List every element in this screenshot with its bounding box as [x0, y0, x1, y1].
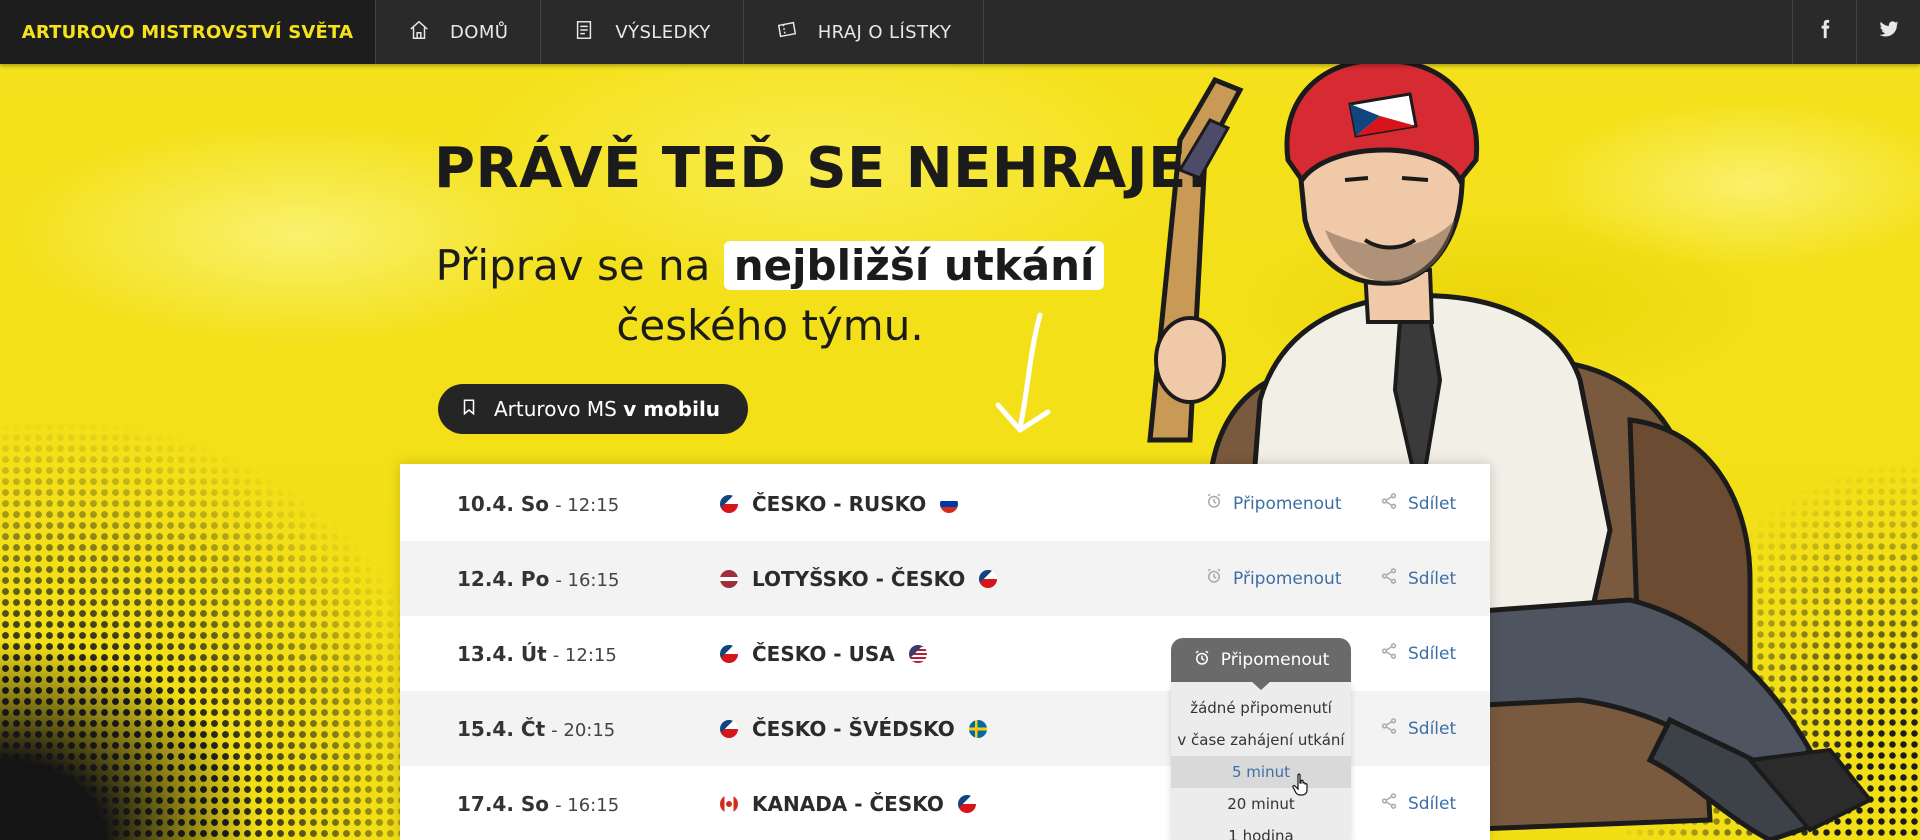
subtitle-highlight: nejbližší utkání — [723, 241, 1105, 290]
share-icon — [1380, 567, 1398, 590]
mobile-app-button[interactable]: Arturovo MS v mobilu — [438, 384, 749, 434]
home-icon — [408, 19, 430, 46]
match-teams-label: ČESKO - USA — [752, 641, 895, 666]
share-button[interactable]: Sdílet — [1380, 717, 1456, 740]
top-nav: ARTUROVO MISTROVSTVÍ SVĚTA DOMŮ VÝSLEDKY… — [0, 0, 1920, 64]
match-teams-label: ČESKO - RUSKO — [752, 491, 927, 516]
share-button[interactable]: Sdílet — [1380, 642, 1456, 665]
share-button[interactable]: Sdílet — [1380, 492, 1456, 515]
match-date: 10.4. So - 12:15 — [457, 492, 619, 516]
share-button[interactable]: Sdílet — [1380, 567, 1456, 590]
facebook-icon — [1815, 19, 1835, 45]
nav-item-tickets[interactable]: HRAJ O LÍSTKY — [744, 0, 985, 64]
match-teams: ČESKO - USA — [720, 642, 927, 666]
match-time: - 16:15 — [555, 569, 620, 591]
nav-item-label: HRAJ O LÍSTKY — [817, 21, 952, 43]
flag-us-icon — [908, 644, 927, 663]
flag-cz-icon — [957, 794, 976, 813]
share-icon — [1380, 492, 1398, 515]
match-date-day: 17.4. So — [457, 791, 550, 816]
nav-item-label: DOMŮ — [450, 21, 509, 43]
mobile-button-text: Arturovo MS — [494, 397, 624, 421]
remind-button[interactable]: Připomenout — [1205, 567, 1342, 590]
remind-label: Připomenout — [1233, 493, 1342, 514]
alarm-clock-icon — [1205, 492, 1223, 515]
match-date-day: 10.4. So — [457, 491, 550, 516]
match-date-day: 12.4. Po — [457, 566, 550, 591]
match-time: - 12:15 — [552, 644, 617, 666]
share-icon — [1380, 717, 1398, 740]
reminder-dropdown-label: Připomenout — [1220, 650, 1330, 670]
flag-ca-icon — [720, 794, 738, 813]
twitter-link[interactable] — [1856, 0, 1920, 64]
share-label: Sdílet — [1408, 793, 1457, 814]
match-date: 12.4. Po - 16:15 — [457, 567, 619, 591]
alarm-clock-icon — [1193, 649, 1211, 672]
match-time: - 20:15 — [551, 719, 616, 741]
results-list-icon — [573, 19, 595, 46]
match-date-day: 13.4. Út — [457, 641, 547, 666]
match-row: 10.4. So - 12:15 ČESKO - RUSKO Připomenou… — [400, 466, 1490, 541]
match-date: 13.4. Út - 12:15 — [457, 642, 617, 666]
match-row: 12.4. Po - 16:15 LOTYŠSKO - ČESKO Připome… — [400, 541, 1490, 616]
match-teams-label: ČESKO - ŠVÉDSKO — [752, 716, 955, 741]
page-title: PRÁVĚ TEĎ SE NEHRAJE. — [434, 136, 1209, 201]
share-label: Sdílet — [1408, 568, 1457, 589]
match-teams: LOTYŠSKO - ČESKO — [720, 566, 998, 591]
remind-button[interactable]: Připomenout — [1205, 492, 1342, 515]
match-teams: ČESKO - RUSKO — [720, 491, 959, 516]
flag-cz-icon — [979, 569, 998, 588]
reminder-dropdown-header[interactable]: Připomenout — [1171, 638, 1351, 682]
subtitle-text: českého týmu. — [616, 301, 924, 350]
match-teams: KANADA - ČESKO — [720, 792, 976, 816]
share-button[interactable]: Sdílet — [1380, 792, 1456, 815]
nav-item-home[interactable]: DOMŮ — [376, 0, 542, 64]
match-date: 15.4. Čt - 20:15 — [457, 717, 615, 741]
twitter-icon — [1878, 19, 1899, 45]
hand-cursor-icon — [1292, 773, 1308, 796]
flag-se-icon — [968, 719, 987, 738]
bookmark-icon — [460, 397, 478, 421]
reminder-option-selected[interactable]: 5 minut — [1171, 756, 1351, 788]
match-teams-label: KANADA - ČESKO — [752, 791, 944, 816]
match-date-day: 15.4. Čt — [457, 716, 546, 741]
brand-logo[interactable]: ARTUROVO MISTROVSTVÍ SVĚTA — [0, 0, 376, 64]
share-label: Sdílet — [1408, 493, 1457, 514]
match-date: 17.4. So - 16:15 — [457, 792, 619, 816]
halftone-shadow — [0, 620, 260, 840]
match-time: - 12:15 — [555, 494, 620, 516]
facebook-link[interactable] — [1792, 0, 1856, 64]
match-teams-label: LOTYŠSKO - ČESKO — [752, 566, 966, 591]
flag-cz-icon — [720, 644, 738, 663]
reminder-option[interactable]: žádné připomenutí — [1171, 692, 1351, 724]
alarm-clock-icon — [1205, 567, 1223, 590]
mobile-button-bold-text: v mobilu — [623, 397, 721, 421]
ticket-icon — [776, 19, 798, 46]
share-label: Sdílet — [1408, 643, 1457, 664]
match-teams: ČESKO - ŠVÉDSKO — [720, 717, 987, 741]
flag-ru-icon — [940, 494, 959, 513]
share-label: Sdílet — [1408, 718, 1457, 739]
remind-label: Připomenout — [1233, 568, 1342, 589]
match-time: - 16:15 — [555, 794, 620, 816]
share-icon — [1380, 642, 1398, 665]
reminder-option[interactable]: v čase zahájení utkání — [1171, 724, 1351, 756]
reminder-options-list: žádné připomenutí v čase zahájení utkání… — [1171, 681, 1351, 840]
arrow-down-icon — [995, 312, 1051, 433]
share-icon — [1380, 792, 1398, 815]
flag-cz-icon — [720, 719, 738, 738]
mobile-button-label: Arturovo MS v mobilu — [494, 397, 720, 421]
nav-item-label: VÝSLEDKY — [615, 21, 711, 43]
reminder-option[interactable]: 1 hodina — [1171, 820, 1351, 840]
nav-item-results[interactable]: VÝSLEDKY — [541, 0, 744, 64]
subtitle-text: Připrav se na — [435, 241, 724, 290]
reminder-dropdown[interactable]: Připomenout žádné připomenutí v čase zah… — [1171, 638, 1351, 840]
flag-cz-icon — [720, 494, 738, 513]
reminder-option[interactable]: 20 minut — [1171, 788, 1351, 820]
flag-lv-icon — [720, 569, 738, 588]
